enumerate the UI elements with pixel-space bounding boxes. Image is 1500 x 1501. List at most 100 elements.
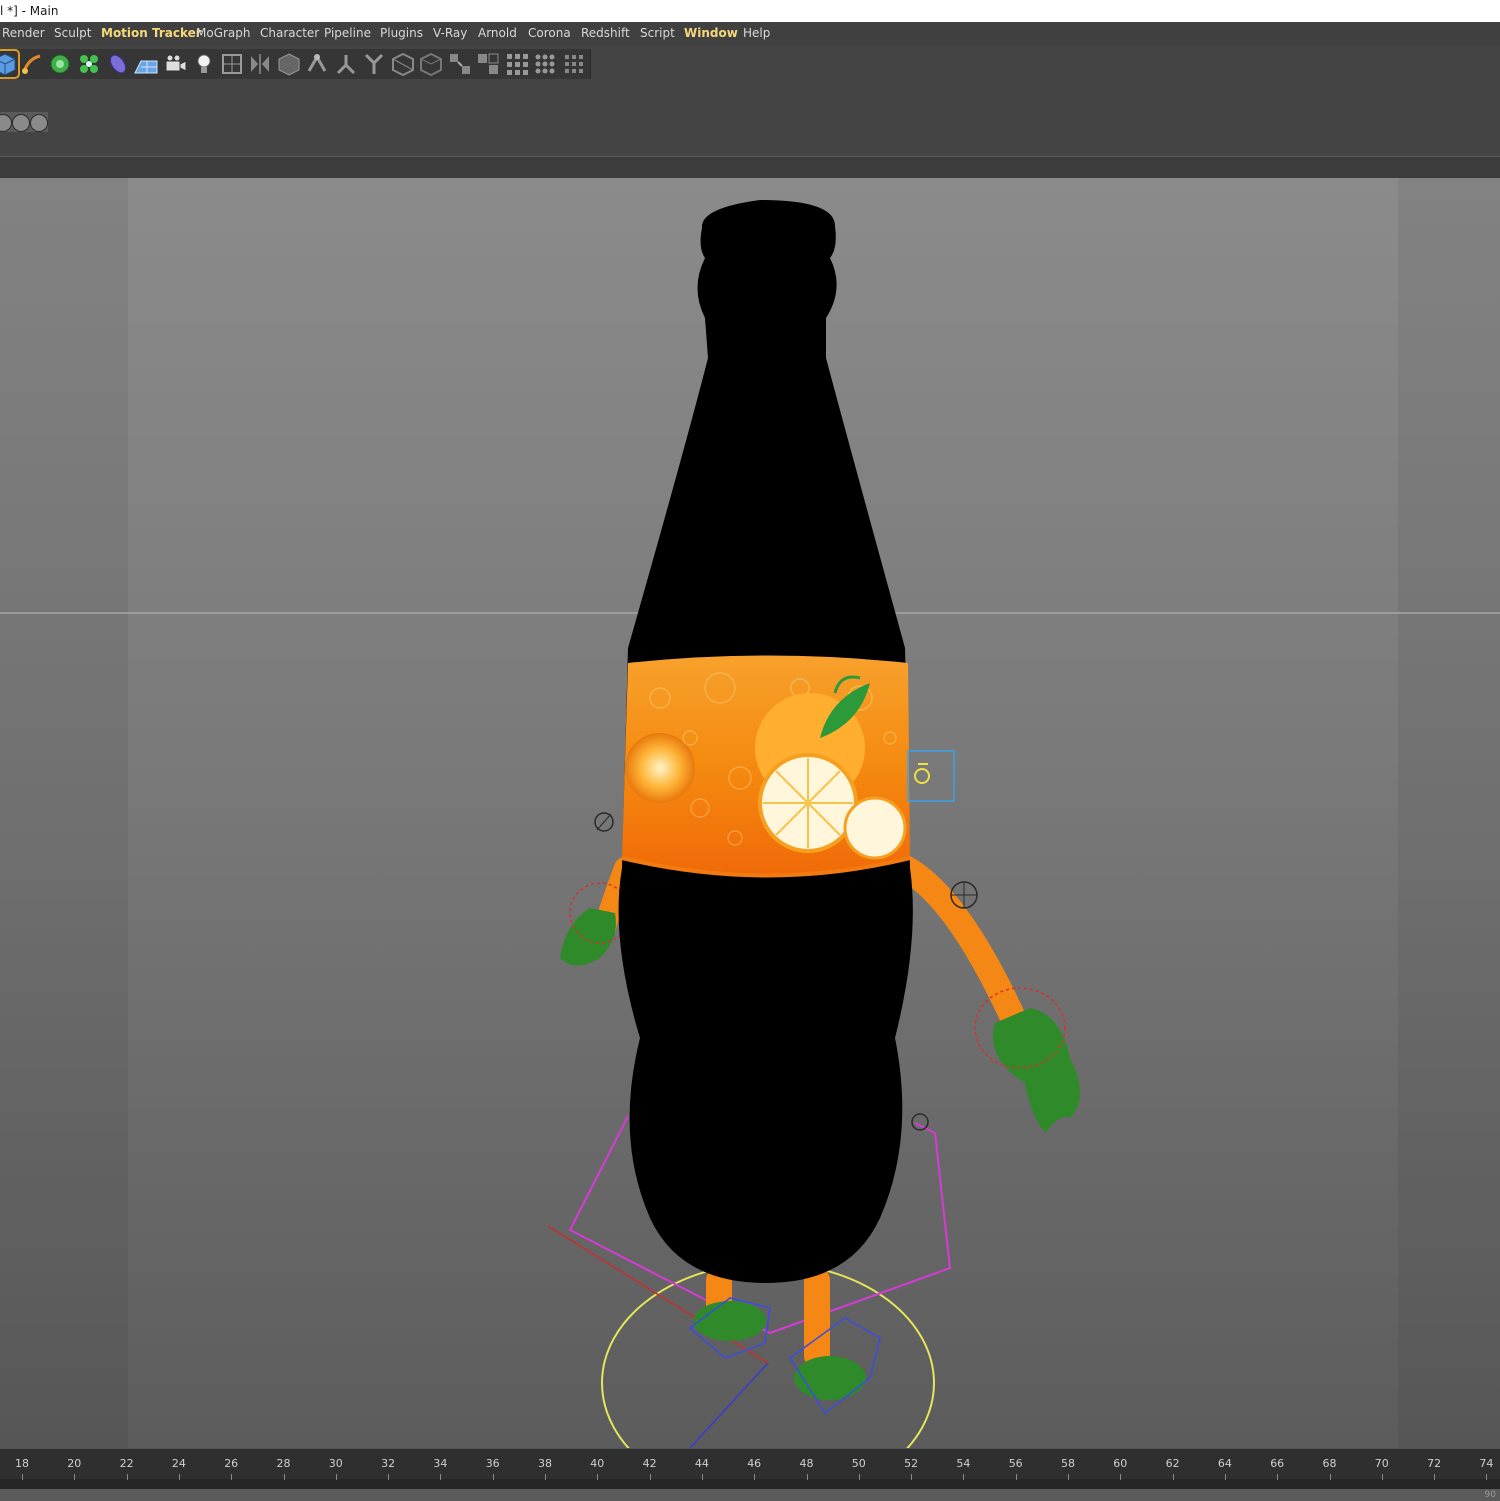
frame-tick [806, 1474, 808, 1480]
frame-tick [74, 1474, 76, 1480]
frame-tick [1434, 1474, 1436, 1480]
frame-tick [388, 1474, 390, 1480]
menu-vray[interactable]: V-Ray [433, 22, 467, 46]
toolbar [0, 46, 1500, 156]
frame-label: 44 [694, 1457, 709, 1470]
lock-icon[interactable] [0, 114, 12, 132]
frame-label: 54 [956, 1457, 971, 1470]
menu-pipeline[interactable]: Pipeline [324, 22, 371, 46]
frame-label: 74 [1479, 1457, 1494, 1470]
menu-sculpt[interactable]: Sculpt [54, 22, 91, 46]
frame-label: 56 [1008, 1457, 1023, 1470]
frame-tick [126, 1474, 128, 1480]
camera-icon[interactable] [162, 51, 188, 77]
safe-frame-right [1398, 178, 1500, 1448]
frame-tick [22, 1474, 23, 1480]
timeline-track[interactable] [0, 1479, 1500, 1489]
symmetry-icon[interactable] [247, 51, 273, 77]
menu-corona[interactable]: Corona [528, 22, 571, 46]
frame-label: 32 [381, 1457, 396, 1470]
frame-label: 62 [1165, 1457, 1180, 1470]
floor-icon[interactable] [133, 51, 159, 77]
safe-frame-left [0, 178, 128, 1448]
frame-tick [1015, 1474, 1017, 1480]
menu-plugins[interactable]: Plugins [380, 22, 423, 46]
array-icon[interactable] [504, 51, 530, 77]
dot-icon[interactable] [12, 114, 30, 132]
connect-icon[interactable] [447, 51, 473, 77]
3d-viewport[interactable] [0, 178, 1500, 1448]
cube-outline-icon[interactable] [418, 51, 444, 77]
menu-render[interactable]: Render [2, 22, 45, 46]
frame-label: 24 [171, 1457, 186, 1470]
frame-label: 28 [276, 1457, 291, 1470]
frame-tick [492, 1474, 494, 1480]
pen-icon[interactable] [19, 51, 45, 77]
timeline-end-frame: 90 [1484, 1490, 1496, 1500]
bottle-label[interactable] [621, 655, 911, 878]
bone-icon[interactable] [333, 51, 359, 77]
frame-tick [1224, 1474, 1226, 1480]
frame-tick [1172, 1474, 1174, 1480]
menu-help[interactable]: Help [743, 22, 770, 46]
frame-tick [911, 1474, 913, 1480]
timeline[interactable]: 90 18 20 22 24 26 28 30 32 34 36 38 40 42 44 46 48 50 52 5… [0, 1448, 1500, 1501]
cloner-icon[interactable] [76, 51, 102, 77]
menu-bar: Render Sculpt Motion Tracker MoGraph Cha… [0, 22, 1500, 46]
frame-label: 50 [851, 1457, 866, 1470]
split-icon[interactable] [475, 51, 501, 77]
mesh-icon[interactable] [390, 51, 416, 77]
frame-label: 52 [904, 1457, 919, 1470]
frame-label: 64 [1217, 1457, 1232, 1470]
window-title: l *] - Main [0, 4, 59, 18]
mini-tool-strip [0, 112, 48, 132]
deformer-icon[interactable] [105, 51, 131, 77]
joint-icon[interactable] [304, 51, 330, 77]
frame-label: 22 [119, 1457, 134, 1470]
orange-slice-right [843, 796, 907, 860]
frame-tick [1120, 1474, 1122, 1480]
frame-tick [335, 1474, 337, 1480]
subdivision-icon[interactable] [47, 51, 73, 77]
matrix-icon[interactable] [532, 51, 558, 77]
frame-tick [1329, 1474, 1331, 1480]
dots-grid-icon[interactable] [561, 51, 587, 77]
dot2-icon[interactable] [30, 114, 48, 132]
frame-label: 36 [485, 1457, 500, 1470]
menu-window[interactable]: Window [684, 22, 738, 46]
menu-script[interactable]: Script [640, 22, 675, 46]
menu-motion-tracker[interactable]: Motion Tracker [101, 22, 202, 46]
frame-label: 26 [224, 1457, 239, 1470]
frame-tick [1381, 1474, 1383, 1480]
viewport-header [0, 156, 1500, 180]
frame-tick [597, 1474, 599, 1480]
frame-tick [1068, 1474, 1069, 1480]
frame-label: 68 [1322, 1457, 1337, 1470]
branch-icon[interactable] [361, 51, 387, 77]
frame-label: 58 [1061, 1457, 1075, 1470]
frame-tick [649, 1474, 651, 1480]
frame-tick [1277, 1474, 1279, 1480]
cube-icon[interactable] [0, 49, 20, 79]
frame-tick [963, 1474, 965, 1480]
frame-label: 70 [1374, 1457, 1389, 1470]
frame-label: 34 [433, 1457, 448, 1470]
frame-label: 20 [67, 1457, 82, 1470]
frame-label: 30 [328, 1457, 343, 1470]
orange-slice-left [625, 733, 695, 803]
menu-redshift[interactable]: Redshift [581, 22, 630, 46]
menu-character[interactable]: Character [260, 22, 319, 46]
light-icon[interactable] [191, 51, 217, 77]
menu-mograph[interactable]: MoGraph [196, 22, 251, 46]
frame-tick [701, 1474, 703, 1480]
frame-tick [754, 1474, 756, 1480]
frame-tick [283, 1474, 285, 1480]
box-icon[interactable] [276, 51, 302, 77]
frame-tick [178, 1474, 180, 1480]
frame-label: 18 [15, 1457, 29, 1470]
window-titlebar: l *] - Main [0, 0, 1500, 22]
grid-tool-icon[interactable] [219, 51, 245, 77]
timeline-scrollbar[interactable] [0, 1489, 1500, 1501]
frame-label: 72 [1427, 1457, 1442, 1470]
menu-arnold[interactable]: Arnold [478, 22, 517, 46]
